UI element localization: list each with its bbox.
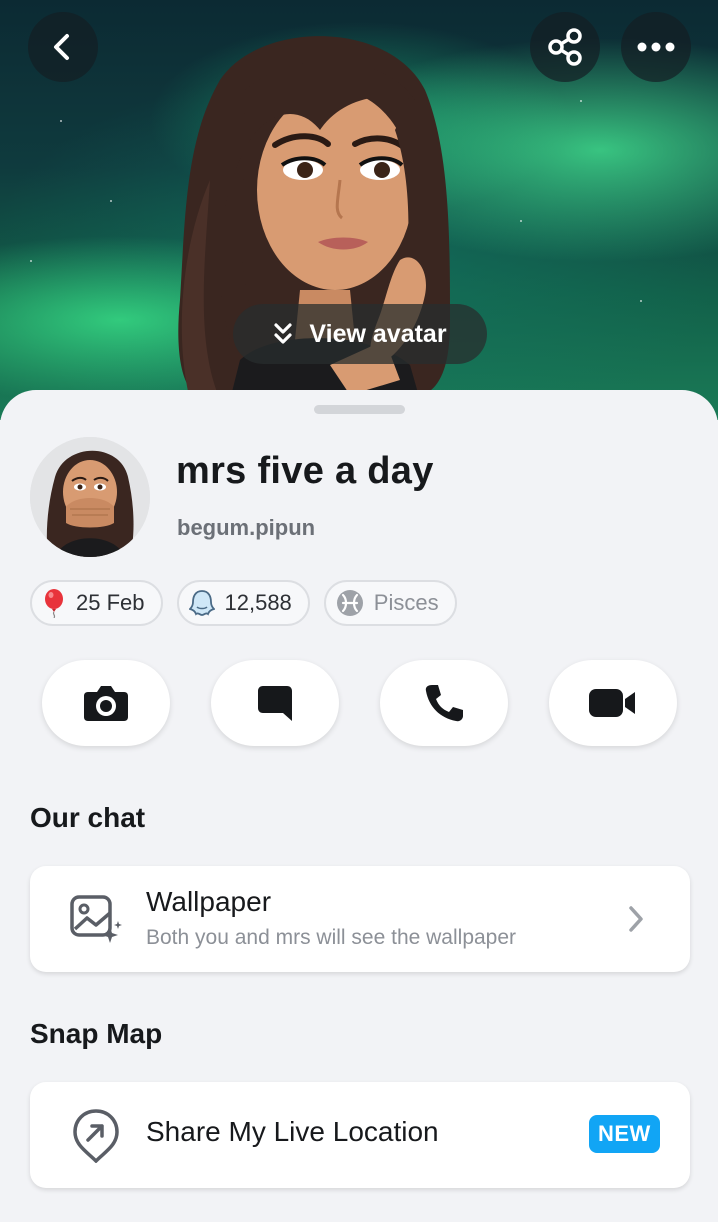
star — [580, 100, 582, 102]
birthday-label: 25 Feb — [76, 590, 145, 615]
avatar[interactable] — [30, 437, 150, 557]
camera-button[interactable] — [42, 660, 170, 746]
snapscore-chip[interactable]: 12,588 — [176, 580, 310, 626]
video-call-button[interactable] — [549, 660, 677, 746]
call-button[interactable] — [380, 660, 508, 746]
location-share-icon — [73, 1109, 119, 1163]
birthday-chip[interactable]: 25 Feb — [30, 580, 163, 626]
star — [30, 260, 32, 262]
balloon-icon — [45, 589, 63, 618]
camera-icon — [84, 686, 128, 721]
share-live-location-row[interactable]: Share My Live Location NEW — [30, 1082, 690, 1188]
wallpaper-subtitle: Both you and mrs will see the wallpaper — [146, 926, 517, 949]
pisces-icon — [336, 590, 363, 616]
profile-chips: 25 Feb 12,588 Pisces — [30, 580, 457, 626]
star — [110, 200, 112, 202]
wallpaper-row[interactable]: Wallpaper Both you and mrs will see the … — [30, 866, 690, 972]
profile-header-background: View avatar — [0, 0, 718, 420]
phone-icon — [425, 685, 463, 722]
chevron-left-icon — [54, 34, 69, 60]
our-chat-heading: Our chat — [30, 802, 146, 833]
new-badge: NEW — [589, 1115, 660, 1153]
share-icon — [548, 28, 582, 66]
wallpaper-title: Wallpaper — [146, 886, 272, 917]
username[interactable]: begum.pipun — [177, 515, 315, 541]
snap-map-heading: Snap Map — [30, 1018, 163, 1049]
star — [520, 220, 522, 222]
video-icon — [589, 689, 635, 717]
star — [640, 300, 642, 302]
avatar-image — [30, 437, 150, 557]
chat-icon — [258, 686, 292, 721]
double-chevron-down-icon — [274, 323, 293, 344]
chevron-right-icon — [629, 906, 643, 932]
zodiac-chip[interactable]: Pisces — [323, 580, 457, 626]
sheet-grabber[interactable] — [314, 405, 405, 414]
more-options-button[interactable] — [621, 12, 691, 82]
chat-button[interactable] — [211, 660, 339, 746]
action-buttons — [42, 660, 677, 746]
more-dots-icon — [637, 42, 675, 52]
snapscore-label: 12,588 — [224, 590, 292, 615]
star — [60, 120, 62, 122]
profile-sheet: mrs five a day begum.pipun 25 Feb 12,588 — [0, 390, 718, 1222]
wallpaper-icon — [70, 895, 122, 943]
share-button[interactable] — [530, 12, 600, 82]
view-avatar-button[interactable]: View avatar — [233, 304, 487, 364]
view-avatar-label: View avatar — [309, 319, 447, 348]
ghost-icon — [188, 590, 215, 616]
share-location-title: Share My Live Location — [146, 1116, 439, 1147]
display-name: mrs five a day — [176, 450, 434, 492]
back-button[interactable] — [28, 12, 98, 82]
zodiac-label: Pisces — [373, 590, 439, 615]
